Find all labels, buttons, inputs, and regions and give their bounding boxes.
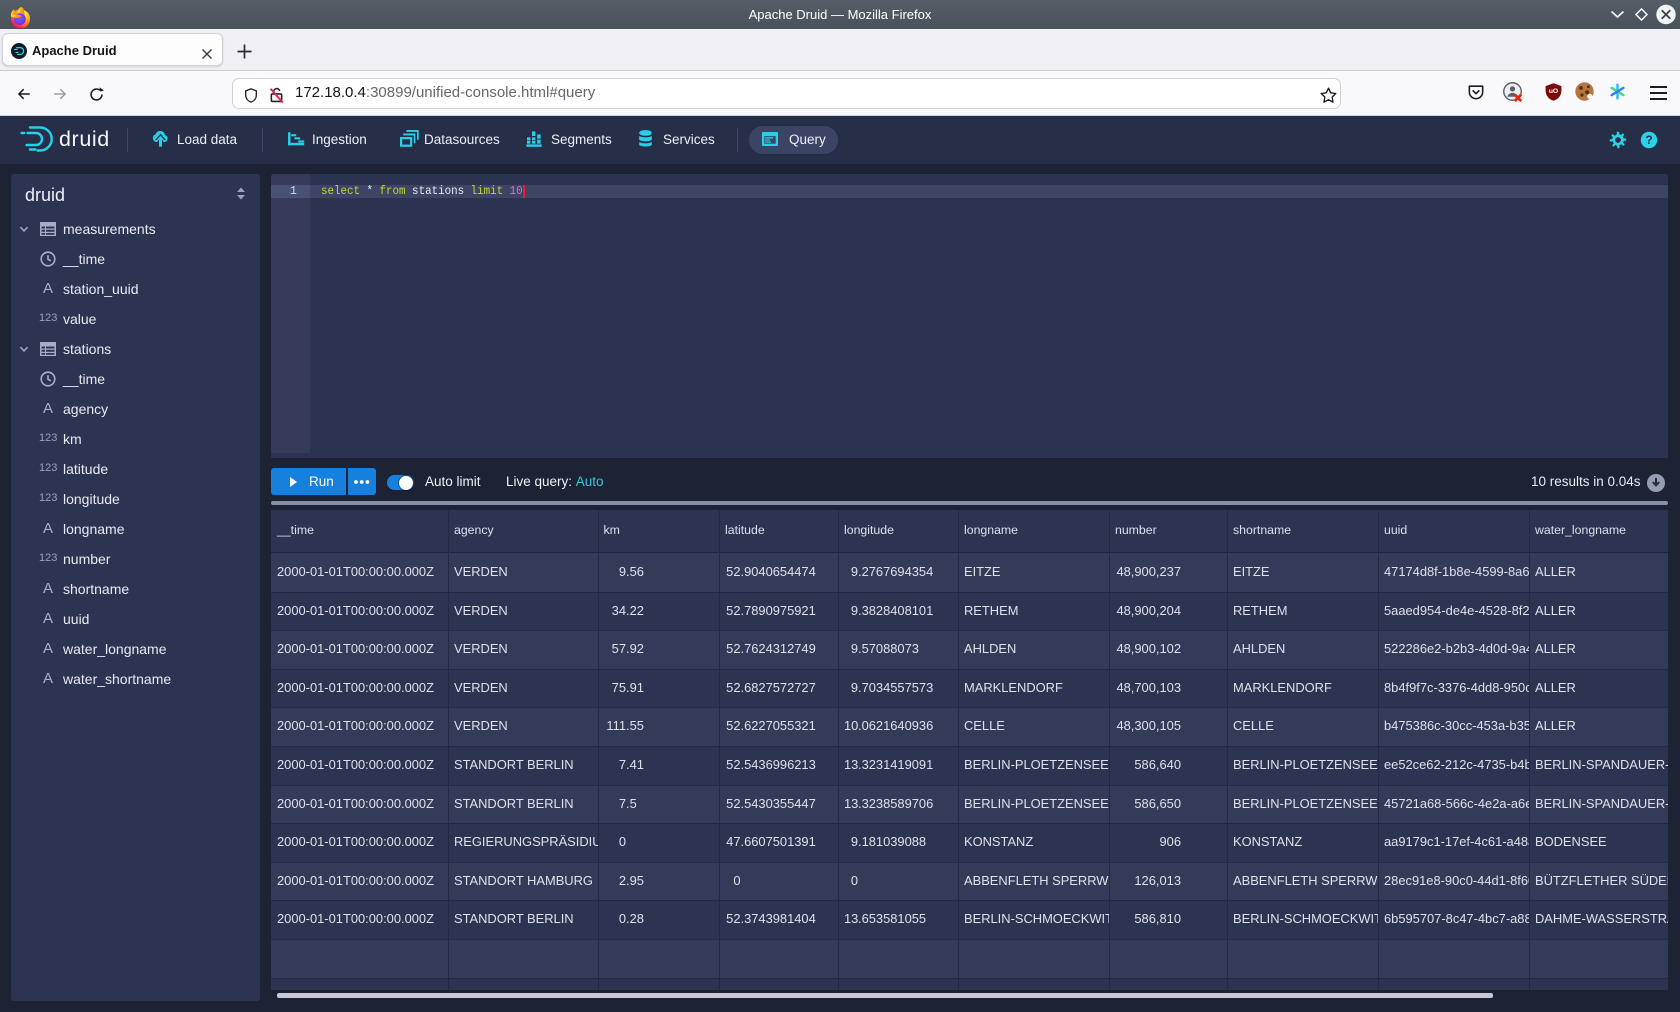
svg-text:?: ? bbox=[1645, 133, 1652, 147]
svg-text:uO: uO bbox=[1549, 88, 1558, 95]
